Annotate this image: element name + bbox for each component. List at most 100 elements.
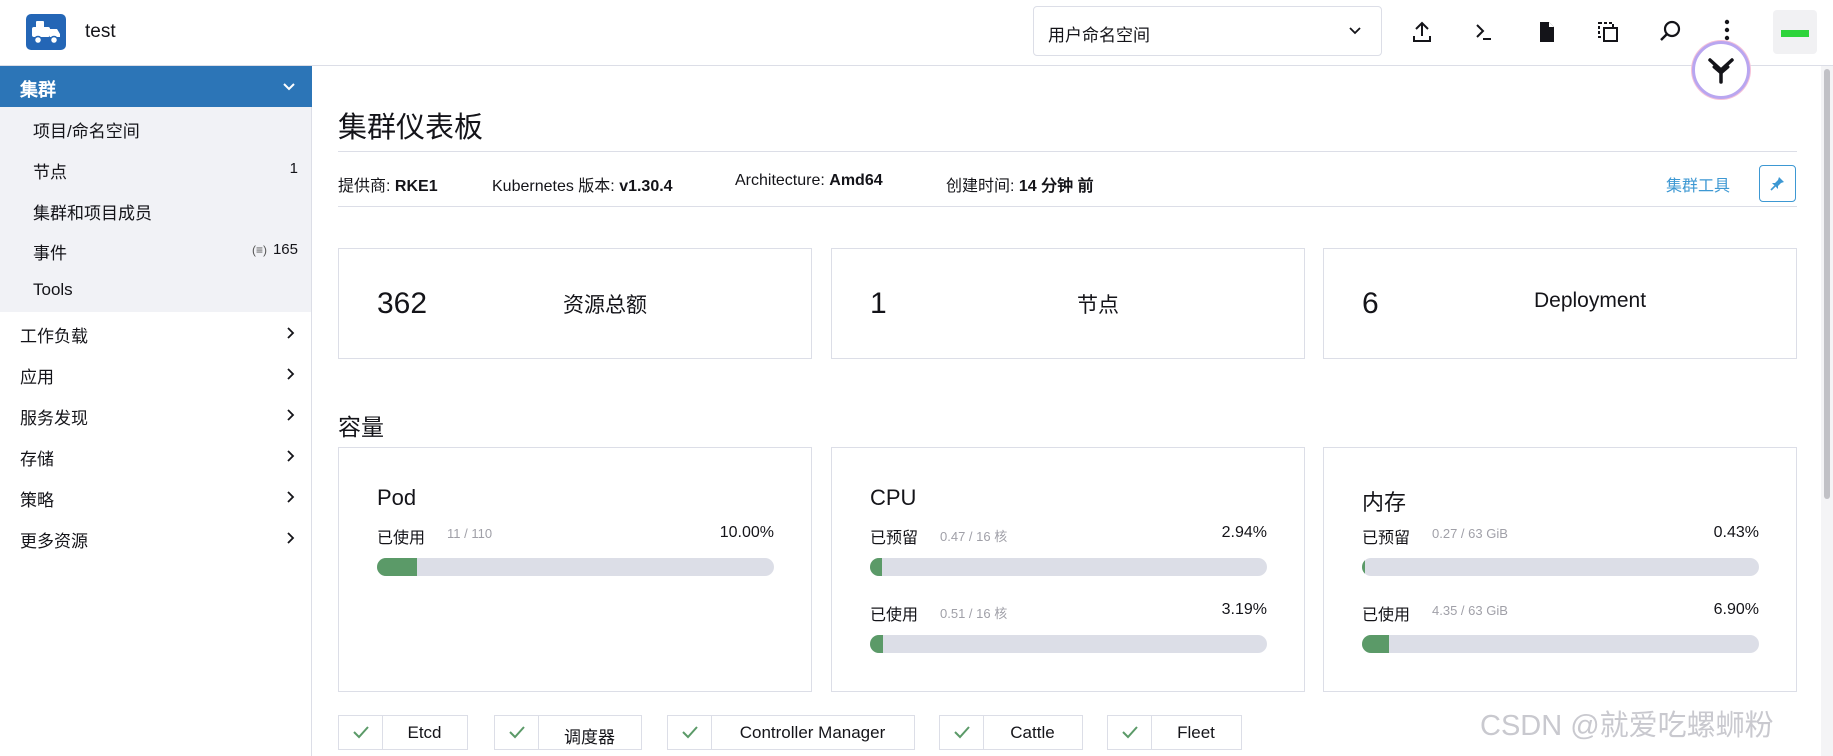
component-name: Cattle: [1010, 723, 1055, 742]
gauge-track: [1362, 635, 1759, 653]
meta-created: 创建时间: 14 分钟 前: [946, 172, 1094, 196]
gauge-label: 已使用: [870, 607, 919, 624]
gauge-fill: [870, 558, 882, 576]
chevron-right-icon: [284, 407, 298, 428]
search-icon[interactable]: [1656, 18, 1684, 46]
top-header: test 用户命名空间: [0, 0, 1833, 66]
count-card-nodes[interactable]: 1 节点: [831, 248, 1305, 359]
terminal-icon[interactable]: [1470, 18, 1498, 46]
gauge-label: 已使用: [1362, 607, 1411, 624]
sidebar-item-projects[interactable]: 项目/命名空间: [33, 117, 140, 142]
meta-provider: 提供商: RKE1: [338, 172, 438, 196]
pin-button[interactable]: [1759, 165, 1796, 202]
count-card-deployments[interactable]: 6 Deployment: [1323, 248, 1797, 359]
count-card-resources[interactable]: 362 资源总额: [338, 248, 812, 359]
meta-architecture: Architecture: Amd64: [735, 172, 883, 190]
capacity-card-pod: Pod 已使用 11 / 110 10.00%: [338, 447, 812, 692]
divider: [338, 151, 1797, 152]
meta-label: 创建时间:: [946, 178, 1015, 195]
check-icon: [668, 716, 712, 749]
capacity-card-memory: 内存 已预留 0.27 / 63 GiB 0.43% 已使用 4.35 / 63…: [1323, 447, 1797, 692]
chevron-right-icon: [284, 448, 298, 469]
component-name: Controller Manager: [739, 723, 886, 742]
chevron-right-icon: [284, 530, 298, 551]
copy-kubeconfig-icon[interactable]: [1594, 18, 1622, 46]
chevron-right-icon: [284, 489, 298, 510]
gauge-detail: 0.47 / 16 核: [940, 529, 1008, 544]
count-label: 资源总额: [563, 294, 647, 317]
upload-icon[interactable]: [1408, 18, 1436, 46]
file-icon[interactable]: [1532, 18, 1560, 46]
capacity-card-title: 内存: [1362, 490, 1407, 515]
check-icon: [940, 716, 984, 749]
check-icon: [339, 716, 383, 749]
cluster-name: test: [85, 21, 116, 42]
gauge-percent: 0.43%: [1713, 524, 1759, 541]
sidebar-item-events[interactable]: 事件: [33, 239, 67, 264]
count-label: Deployment: [1533, 289, 1647, 312]
component-status-scheduler[interactable]: 调度器: [494, 715, 642, 750]
cluster-tools-link[interactable]: 集群工具: [1666, 172, 1730, 196]
gauge-detail: 0.51 / 16 核: [940, 606, 1008, 621]
sidebar-group-label: 集群: [20, 80, 56, 100]
capacity-card-title: CPU: [870, 485, 917, 510]
sidebar: 集群 项目/命名空间 节点 1 集群和项目成员 事件 (≡) 165 Tools …: [0, 66, 312, 756]
user-menu-button[interactable]: [1773, 10, 1817, 54]
gauge-track: [870, 558, 1267, 576]
gauge-percent: 6.90%: [1713, 601, 1759, 618]
sidebar-group-apps[interactable]: 应用: [20, 363, 54, 388]
gauge-percent: 3.19%: [1221, 601, 1267, 618]
gauge-track: [377, 558, 774, 576]
gauge-fill: [1362, 558, 1365, 576]
watermark: CSDN @就爱吃螺蛳粉: [1480, 710, 1774, 742]
sidebar-group-service-discovery[interactable]: 服务发现: [20, 404, 88, 429]
events-count: 165: [272, 241, 298, 258]
logo-icon[interactable]: [26, 14, 66, 50]
sidebar-item-count: (≡) 165: [252, 241, 298, 258]
meta-value: 14 分钟 前: [1018, 178, 1094, 195]
sidebar-group-cluster[interactable]: 集群: [0, 66, 312, 107]
component-status-fleet[interactable]: Fleet: [1107, 715, 1242, 750]
component-status-controller-manager[interactable]: Controller Manager: [667, 715, 915, 750]
sidebar-item-members[interactable]: 集群和项目成员: [33, 199, 152, 224]
gauge-fill: [377, 558, 417, 576]
capacity-card-cpu: CPU 已预留 0.47 / 16 核 2.94% 已使用 0.51 / 16 …: [831, 447, 1305, 692]
meta-label: 提供商:: [338, 178, 391, 195]
component-name: Fleet: [1177, 723, 1215, 742]
main-scrollbar[interactable]: [1821, 66, 1833, 756]
check-icon: [1108, 716, 1152, 749]
component-name: 调度器: [564, 728, 615, 747]
chevron-down-icon: [281, 79, 297, 100]
gauge-percent: 2.94%: [1221, 524, 1267, 541]
component-status-etcd[interactable]: Etcd: [338, 715, 468, 750]
gauge-fill: [1362, 635, 1390, 653]
sidebar-group-policy[interactable]: 策略: [20, 486, 54, 511]
gauge-detail: 11 / 110: [447, 526, 493, 541]
namespace-select[interactable]: 用户命名空间: [1033, 6, 1382, 56]
sidebar-item-tools[interactable]: Tools: [33, 280, 73, 300]
meta-value: Amd64: [829, 172, 883, 189]
sidebar-sub-items: 项目/命名空间 节点 1 集群和项目成员 事件 (≡) 165 Tools: [0, 107, 311, 312]
component-status-cattle[interactable]: Cattle: [939, 715, 1083, 750]
meta-k8s-version: Kubernetes 版本: v1.30.4: [492, 172, 673, 196]
sidebar-group-workloads[interactable]: 工作负载: [20, 322, 88, 347]
divider: [338, 206, 1797, 207]
sidebar-group-storage[interactable]: 存储: [20, 445, 54, 470]
scrollbar-thumb[interactable]: [1824, 69, 1830, 499]
events-badge-icon: (≡): [251, 243, 267, 257]
gauge-fill: [870, 635, 883, 653]
meta-value: v1.30.4: [619, 178, 673, 195]
gauge-label: 已预留: [870, 530, 919, 547]
page-title: 集群仪表板: [338, 112, 484, 144]
capacity-section-title: 容量: [338, 414, 384, 440]
sidebar-item-nodes[interactable]: 节点: [33, 158, 67, 183]
main-content: 集群仪表板 提供商: RKE1 Kubernetes 版本: v1.30.4 A…: [312, 66, 1822, 756]
gauge-detail: 4.35 / 63 GiB: [1432, 603, 1508, 618]
user-status-indicator: [1781, 30, 1809, 37]
chevron-right-icon: [284, 325, 298, 346]
check-icon: [495, 716, 539, 749]
sidebar-group-more-resources[interactable]: 更多资源: [20, 527, 88, 552]
sidebar-item-count: 1: [289, 160, 298, 177]
component-name: Etcd: [407, 723, 442, 742]
namespace-select-value: 用户命名空间: [1048, 26, 1150, 45]
